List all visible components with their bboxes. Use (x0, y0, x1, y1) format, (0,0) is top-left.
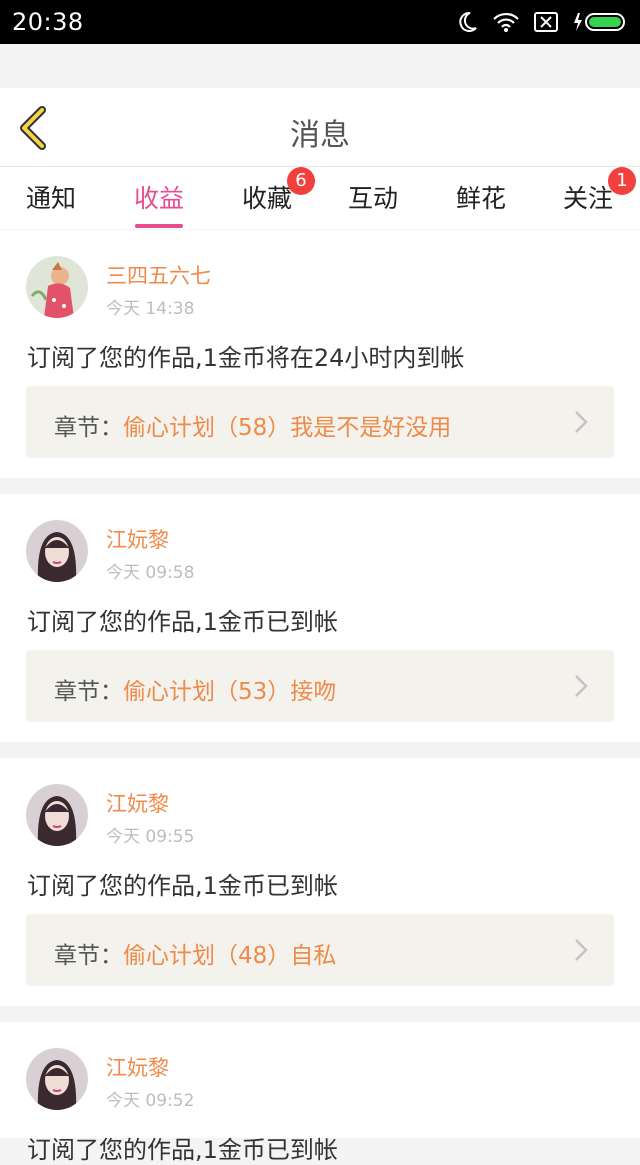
top-spacer (0, 44, 640, 88)
message-card: 三四五六七 今天 14:38 订阅了您的作品,1金币将在24小时内到帐 章节：偷… (0, 230, 640, 478)
tab-label: 关注 (562, 184, 613, 213)
unread-badge: 6 (287, 167, 315, 195)
moon-icon (459, 11, 477, 32)
chevron-right-icon (575, 675, 588, 697)
battery-icon (574, 13, 625, 31)
avatar[interactable] (26, 256, 88, 318)
unread-badge: 1 (608, 167, 636, 195)
header-bar: 消息 (0, 88, 640, 167)
message-text: 订阅了您的作品,1金币已到帐 (27, 1136, 338, 1164)
tab-earnings[interactable]: 收益 (129, 179, 189, 228)
tab-label: 收益 (133, 184, 184, 213)
username[interactable]: 三四五六七 (106, 260, 211, 290)
chapter-text: 章节：偷心计划（53）接吻 (54, 672, 336, 706)
timestamp: 今天 14:38 (106, 299, 195, 319)
status-time: 20:38 (12, 8, 84, 36)
status-icons (456, 8, 630, 36)
tab-label: 收藏 (241, 184, 292, 213)
active-tab-indicator (135, 224, 183, 228)
tab-follow[interactable]: 关注 1 (558, 167, 636, 215)
timestamp: 今天 09:58 (106, 563, 195, 583)
timestamp: 今天 09:55 (106, 827, 195, 847)
chevron-right-icon (575, 939, 588, 961)
avatar[interactable] (26, 520, 88, 582)
tab-label: 通知 (25, 184, 76, 213)
avatar[interactable] (26, 1048, 88, 1110)
tab-label: 鲜花 (455, 184, 506, 213)
avatar[interactable] (26, 784, 88, 846)
page-title: 消息 (290, 118, 350, 153)
chapter-text: 章节：偷心计划（48）自私 (54, 936, 336, 970)
chapter-title: 偷心计划（48）自私 (123, 943, 337, 969)
message-card: 江妧黎 今天 09:52 订阅了您的作品,1金币已到帐 (0, 1022, 640, 1164)
message-text: 订阅了您的作品,1金币将在24小时内到帐 (27, 344, 465, 372)
chapter-link[interactable]: 章节：偷心计划（58）我是不是好没用 (26, 386, 614, 458)
chapter-link[interactable]: 章节：偷心计划（48）自私 (26, 914, 614, 986)
chapter-label: 章节： (54, 679, 123, 705)
chapter-title: 偷心计划（53）接吻 (123, 679, 337, 705)
chapter-label: 章节： (54, 943, 123, 969)
tab-favorites[interactable]: 收藏 6 (237, 167, 315, 215)
status-bar: 20:38 (0, 0, 640, 44)
timestamp: 今天 09:52 (106, 1091, 195, 1111)
chapter-title: 偷心计划（58）我是不是好没用 (123, 415, 452, 441)
username[interactable]: 江妧黎 (106, 788, 169, 818)
wifi-icon (493, 12, 519, 32)
tab-bar: 通知 收益 收藏 6 互动 鲜花 关注 1 (0, 167, 640, 229)
message-text: 订阅了您的作品,1金币已到帐 (27, 872, 338, 900)
tab-interaction[interactable]: 互动 (343, 179, 403, 215)
chevron-right-icon (575, 411, 588, 433)
chapter-text: 章节：偷心计划（58）我是不是好没用 (54, 408, 451, 442)
message-card: 江妧黎 今天 09:55 订阅了您的作品,1金币已到帐 章节：偷心计划（48）自… (0, 758, 640, 1006)
sim-none-icon (534, 12, 558, 32)
username[interactable]: 江妧黎 (106, 524, 169, 554)
message-text: 订阅了您的作品,1金币已到帐 (27, 608, 338, 636)
chapter-label: 章节： (54, 415, 123, 441)
message-card: 江妧黎 今天 09:58 订阅了您的作品,1金币已到帐 章节：偷心计划（53）接… (0, 494, 640, 742)
chapter-link[interactable]: 章节：偷心计划（53）接吻 (26, 650, 614, 722)
tab-flowers[interactable]: 鲜花 (451, 179, 511, 215)
tab-notice[interactable]: 通知 (21, 179, 81, 215)
username[interactable]: 江妧黎 (106, 1052, 169, 1082)
tab-label: 互动 (347, 184, 398, 213)
